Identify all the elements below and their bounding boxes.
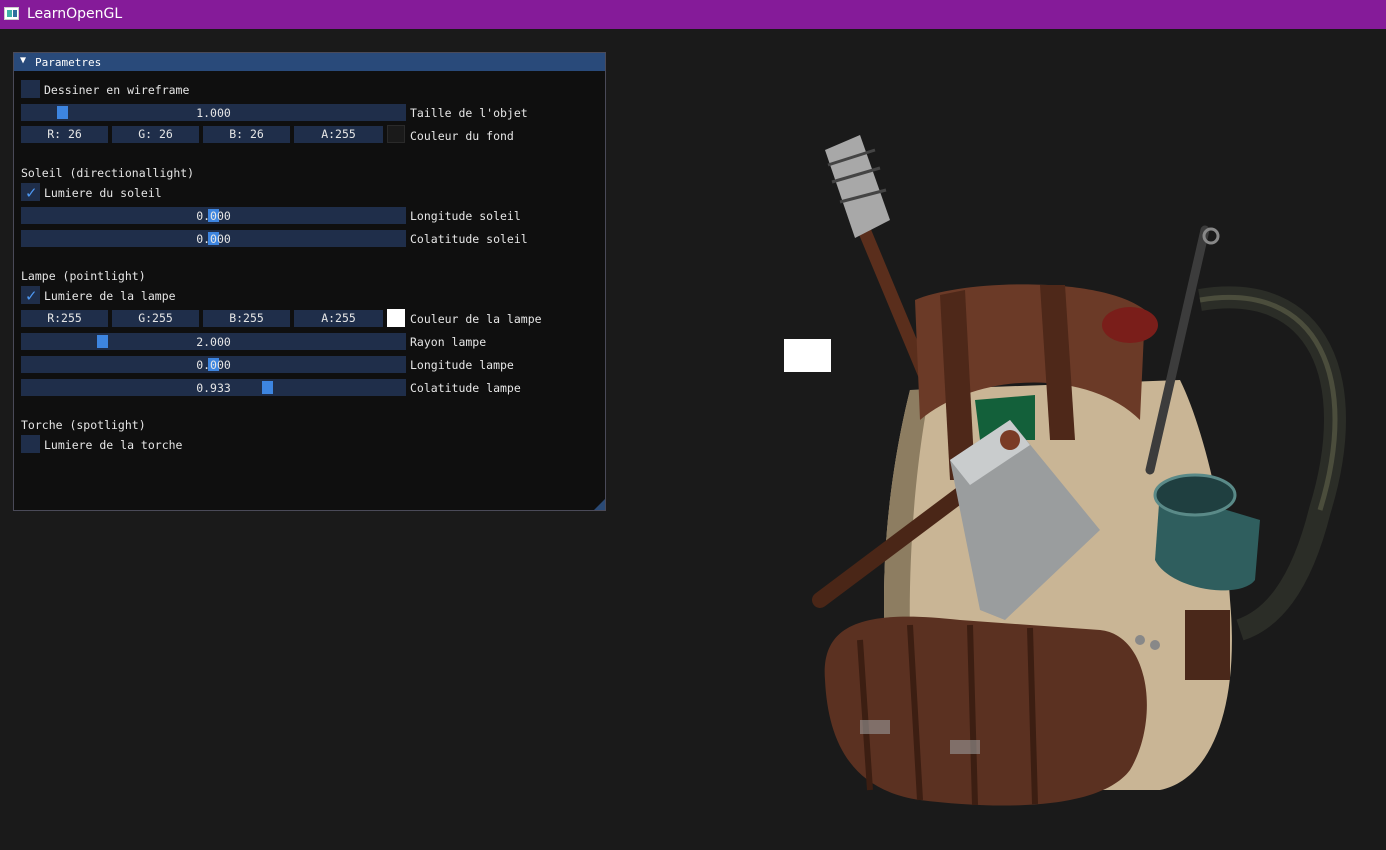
bg-color-a-field[interactable]: A:255 <box>294 126 383 143</box>
lamp-enable-label: Lumiere de la lampe <box>44 289 176 303</box>
window-titlebar[interactable]: LearnOpenGL <box>0 0 1386 29</box>
sun-enable-label: Lumiere du soleil <box>44 186 162 200</box>
sun-heading: Soleil (directionallight) <box>21 166 195 180</box>
sun-colatitude-slider[interactable]: 0.000 <box>21 230 406 247</box>
lamp-radius-value: 2.000 <box>196 335 231 349</box>
lamp-longitude-slider[interactable]: 0.000 <box>21 356 406 373</box>
sun-colatitude-value: 0.000 <box>196 232 231 246</box>
sun-enable-checkbox[interactable]: ✓ <box>21 183 40 202</box>
lamp-color-swatch[interactable] <box>387 309 405 327</box>
wireframe-checkbox[interactable] <box>21 80 40 98</box>
lamp-color-r-field[interactable]: R:255 <box>21 310 108 327</box>
torch-enable-label: Lumiere de la torche <box>44 438 183 452</box>
app-icon <box>4 7 19 20</box>
lamp-longitude-value: 0.000 <box>196 358 231 372</box>
resize-grip[interactable] <box>594 499 605 510</box>
bg-color-label: Couleur du fond <box>410 129 514 143</box>
bg-color-swatch[interactable] <box>387 125 405 143</box>
collapse-arrow-icon[interactable]: ▼ <box>20 55 26 66</box>
object-size-slider[interactable]: 1.000 <box>21 104 406 121</box>
sun-longitude-value: 0.000 <box>196 209 231 223</box>
lamp-longitude-label: Longitude lampe <box>410 358 514 372</box>
lamp-colatitude-value: 0.933 <box>196 381 231 395</box>
panel-header[interactable]: ▼ Parametres <box>14 53 605 71</box>
sun-longitude-slider[interactable]: 0.000 <box>21 207 406 224</box>
backpack-model <box>812 135 1346 806</box>
bg-color-b-field[interactable]: B: 26 <box>203 126 290 143</box>
window-title: LearnOpenGL <box>27 6 123 22</box>
object-size-label: Taille de l'objet <box>410 106 528 120</box>
torch-heading: Torche (spotlight) <box>21 418 146 432</box>
wireframe-label: Dessiner en wireframe <box>44 83 190 97</box>
lamp-color-b-field[interactable]: B:255 <box>203 310 290 327</box>
lamp-color-g-field[interactable]: G:255 <box>112 310 199 327</box>
panel-title: Parametres <box>35 56 102 69</box>
lamp-color-label: Couleur de la lampe <box>410 312 542 326</box>
lamp-colatitude-slider[interactable]: 0.933 <box>21 379 406 396</box>
bg-color-r-field[interactable]: R: 26 <box>21 126 108 143</box>
lamp-radius-slider[interactable]: 2.000 <box>21 333 406 350</box>
lamp-heading: Lampe (pointlight) <box>21 269 146 283</box>
checkmark-icon: ✓ <box>25 184 38 202</box>
sun-longitude-label: Longitude soleil <box>410 209 521 223</box>
bg-color-g-field[interactable]: G: 26 <box>112 126 199 143</box>
sun-colatitude-label: Colatitude soleil <box>410 232 528 246</box>
object-size-value: 1.000 <box>196 106 231 120</box>
lamp-enable-checkbox[interactable]: ✓ <box>21 286 40 305</box>
lamp-radius-label: Rayon lampe <box>410 335 487 349</box>
checkmark-icon: ✓ <box>25 287 38 305</box>
parameters-panel: ▼ Parametres Dessiner en wireframe 1.000… <box>13 52 606 511</box>
torch-enable-checkbox[interactable] <box>21 435 40 453</box>
lamp-colatitude-label: Colatitude lampe <box>410 381 521 395</box>
lamp-color-a-field[interactable]: A:255 <box>294 310 383 327</box>
